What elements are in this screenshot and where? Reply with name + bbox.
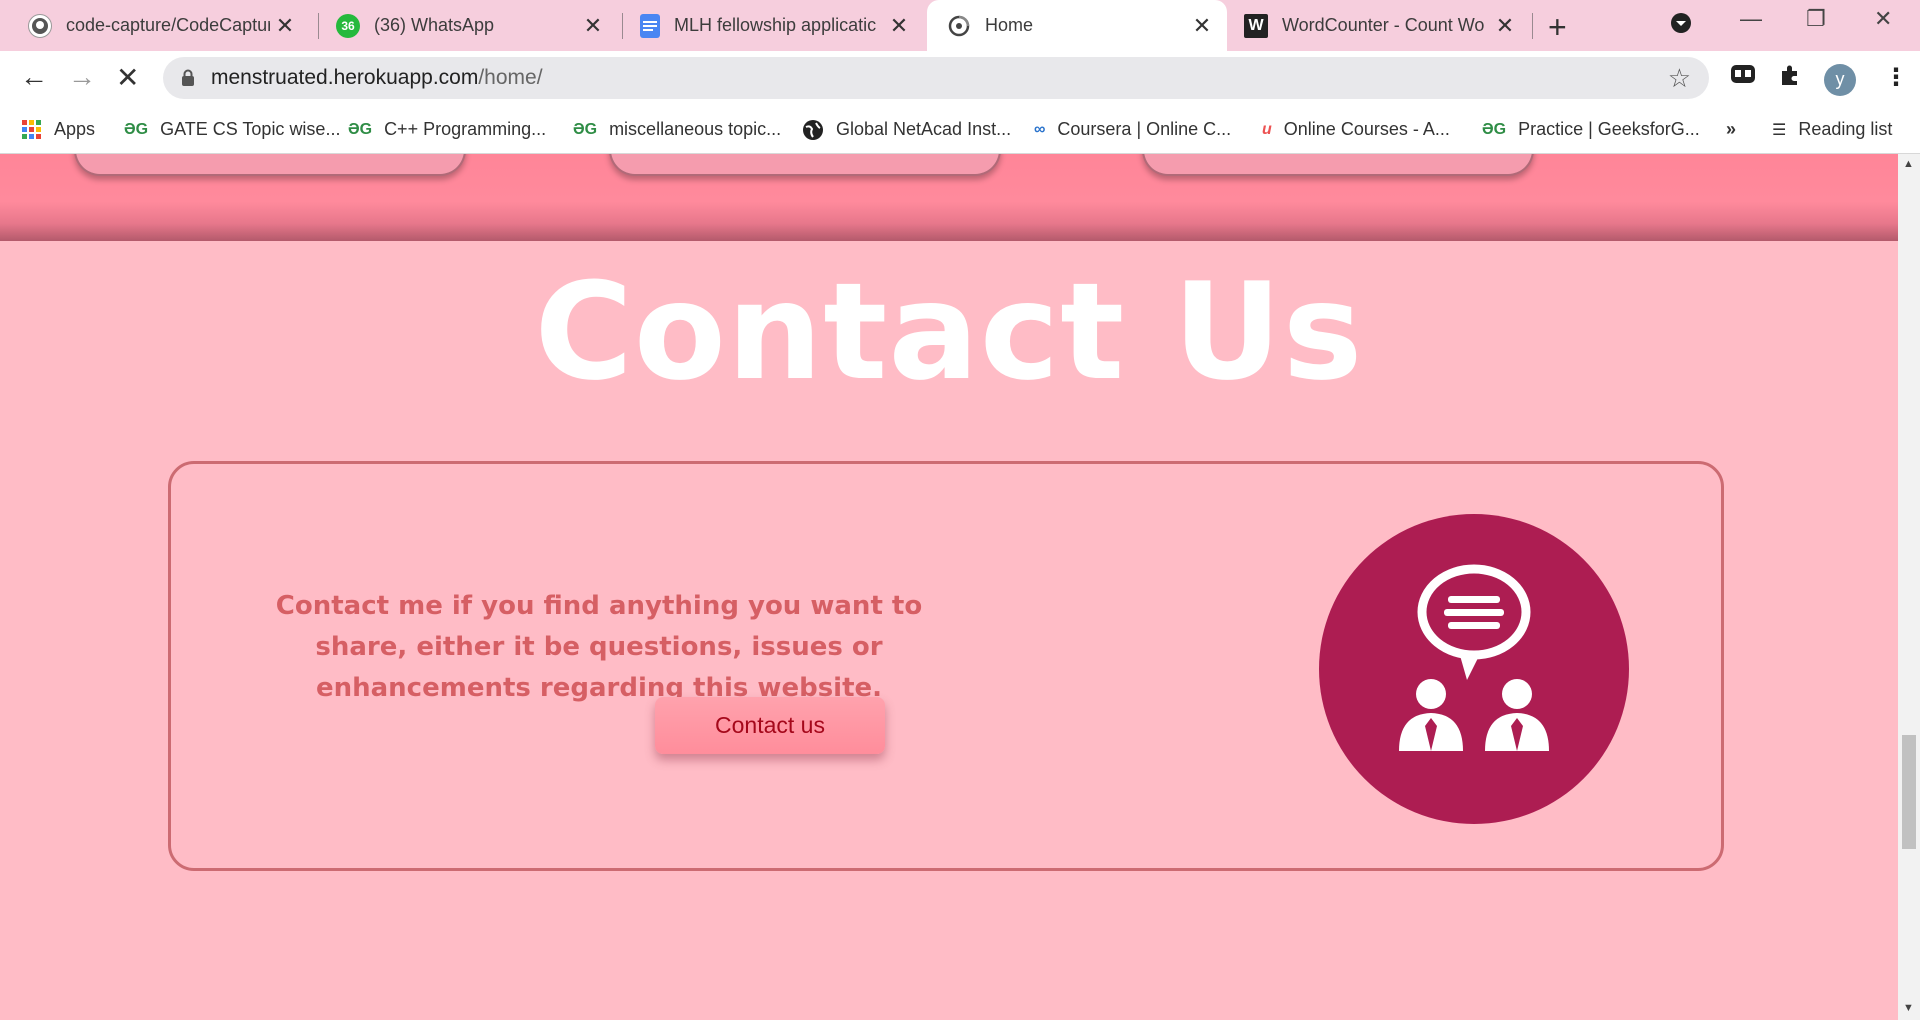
conversation-people-icon [1319, 514, 1629, 824]
bookmark-label: GATE CS Topic wise... [160, 119, 341, 139]
geeksforgeeks-icon: ƏG [348, 120, 373, 138]
close-window-icon[interactable]: ✕ [1874, 6, 1892, 32]
close-tab-icon[interactable]: ✕ [578, 13, 608, 39]
profile-avatar[interactable]: y [1824, 64, 1856, 96]
back-icon[interactable]: ← [20, 61, 48, 93]
url-text: menstruated.herokuapp.com/home/ [211, 66, 543, 89]
bookmark-label: miscellaneous topic... [609, 119, 782, 139]
contact-description: Contact me if you find anything you want… [275, 591, 923, 703]
bookmark-reading-list[interactable]: ☰ Reading list [1772, 106, 1892, 153]
wordcounter-icon: W [1244, 13, 1268, 38]
tab-search-icon[interactable] [1670, 12, 1692, 40]
bookmark-netacad[interactable]: Global NetAcad Inst... [802, 106, 1011, 153]
tab-title: MLH fellowship applicatic [674, 15, 877, 35]
contact-card: Contact me if you find anything you want… [168, 461, 1724, 871]
scroll-down-icon[interactable]: ▼ [1903, 1002, 1914, 1014]
github-icon [28, 13, 52, 38]
geeksforgeeks-icon: ƏG [573, 120, 598, 138]
bookmark-label: Practice | GeeksforG... [1518, 119, 1700, 139]
close-tab-icon[interactable]: ✕ [1187, 13, 1217, 39]
bookmark-coursera[interactable]: ∞ Coursera | Online C... [1034, 106, 1231, 153]
extensions-puzzle-icon[interactable] [1778, 63, 1802, 94]
tab-title: WordCounter - Count Wo [1282, 15, 1485, 35]
tab-whatsapp[interactable]: 36 (36) WhatsApp ✕ [318, 0, 618, 51]
lock-icon [182, 69, 194, 86]
bookmark-gate-cs[interactable]: ƏG GATE CS Topic wise... [124, 106, 340, 153]
minimize-icon[interactable]: — [1740, 6, 1762, 32]
contact-us-button[interactable]: Contact us [655, 697, 885, 754]
features-section-band [0, 154, 1898, 241]
bookmark-apps[interactable]: Apps [22, 106, 95, 153]
bookmarks-overflow[interactable]: » [1726, 106, 1736, 153]
geeksforgeeks-icon: ƏG [1482, 120, 1507, 138]
loading-icon [947, 14, 971, 38]
udemy-icon: u [1262, 120, 1272, 138]
bookmark-label: Coursera | Online C... [1057, 119, 1232, 139]
close-tab-icon[interactable]: ✕ [884, 13, 914, 39]
scroll-up-icon[interactable]: ▲ [1903, 158, 1914, 170]
bookmark-practice-gfg[interactable]: ƏG Practice | GeeksforG... [1482, 106, 1700, 153]
whatsapp-icon: 36 [336, 13, 360, 38]
restore-icon[interactable]: ❐ [1806, 6, 1826, 32]
close-tab-icon[interactable]: ✕ [270, 13, 300, 39]
tab-strip: code-capture/CodeCaptur ✕ 36 (36) WhatsA… [0, 0, 1920, 51]
tab-github[interactable]: code-capture/CodeCaptur ✕ [0, 0, 310, 51]
bookmark-miscellaneous[interactable]: ƏG miscellaneous topic... [573, 106, 781, 153]
bookmark-label: Global NetAcad Inst... [836, 119, 1012, 139]
reading-list-icon: ☰ [1772, 121, 1787, 139]
coursera-icon: ∞ [1034, 120, 1046, 138]
google-docs-icon [640, 13, 660, 38]
globe-icon [803, 119, 823, 140]
apps-grid-icon [22, 119, 41, 139]
stop-loading-icon[interactable]: ✕ [116, 61, 139, 94]
menu-icon[interactable]: ⋮ [1884, 63, 1908, 92]
scrollbar-thumb[interactable] [1902, 735, 1916, 849]
bookmark-label: Apps [54, 119, 96, 139]
page-viewport: Contact Us Contact me if you find anythi… [0, 154, 1898, 1020]
address-bar[interactable]: menstruated.herokuapp.com/home/ ☆ [163, 57, 1709, 99]
tab-home[interactable]: Home ✕ [927, 0, 1227, 51]
contact-section-title: Contact Us [534, 254, 1364, 410]
bookmark-udemy[interactable]: u Online Courses - A... [1262, 106, 1450, 153]
bookmark-cpp-programming[interactable]: ƏG C++ Programming... [348, 106, 546, 153]
bookmarks-bar: Apps ƏG GATE CS Topic wise... ƏG C++ Pro… [0, 106, 1920, 154]
forward-icon[interactable]: → [68, 61, 96, 93]
page-scrollbar[interactable]: ▲ ▼ [1898, 154, 1920, 1020]
feature-card [74, 154, 466, 176]
feature-card [1142, 154, 1534, 176]
tab-title: (36) WhatsApp [374, 15, 495, 35]
geeksforgeeks-icon: ƏG [124, 120, 149, 138]
feature-card [609, 154, 1001, 176]
bookmark-label: Reading list [1798, 119, 1893, 139]
extension-icon[interactable] [1730, 63, 1756, 92]
close-tab-icon[interactable]: ✕ [1490, 13, 1520, 39]
tab-title: Home [985, 15, 1034, 35]
tab-wordcounter[interactable]: W WordCounter - Count Wo ✕ [1230, 0, 1530, 51]
bookmark-star-icon[interactable]: ☆ [1668, 63, 1691, 94]
tab-title: code-capture/CodeCaptur [66, 15, 270, 35]
bookmark-label: Online Courses - A... [1283, 119, 1450, 139]
new-tab-icon[interactable]: + [1548, 9, 1567, 46]
tab-separator [1532, 13, 1533, 39]
tab-mlh-fellowship[interactable]: MLH fellowship applicatic ✕ [622, 0, 924, 51]
browser-toolbar: ← → ✕ menstruated.herokuapp.com/home/ ☆ … [0, 51, 1920, 106]
bookmark-label: C++ Programming... [384, 119, 547, 139]
